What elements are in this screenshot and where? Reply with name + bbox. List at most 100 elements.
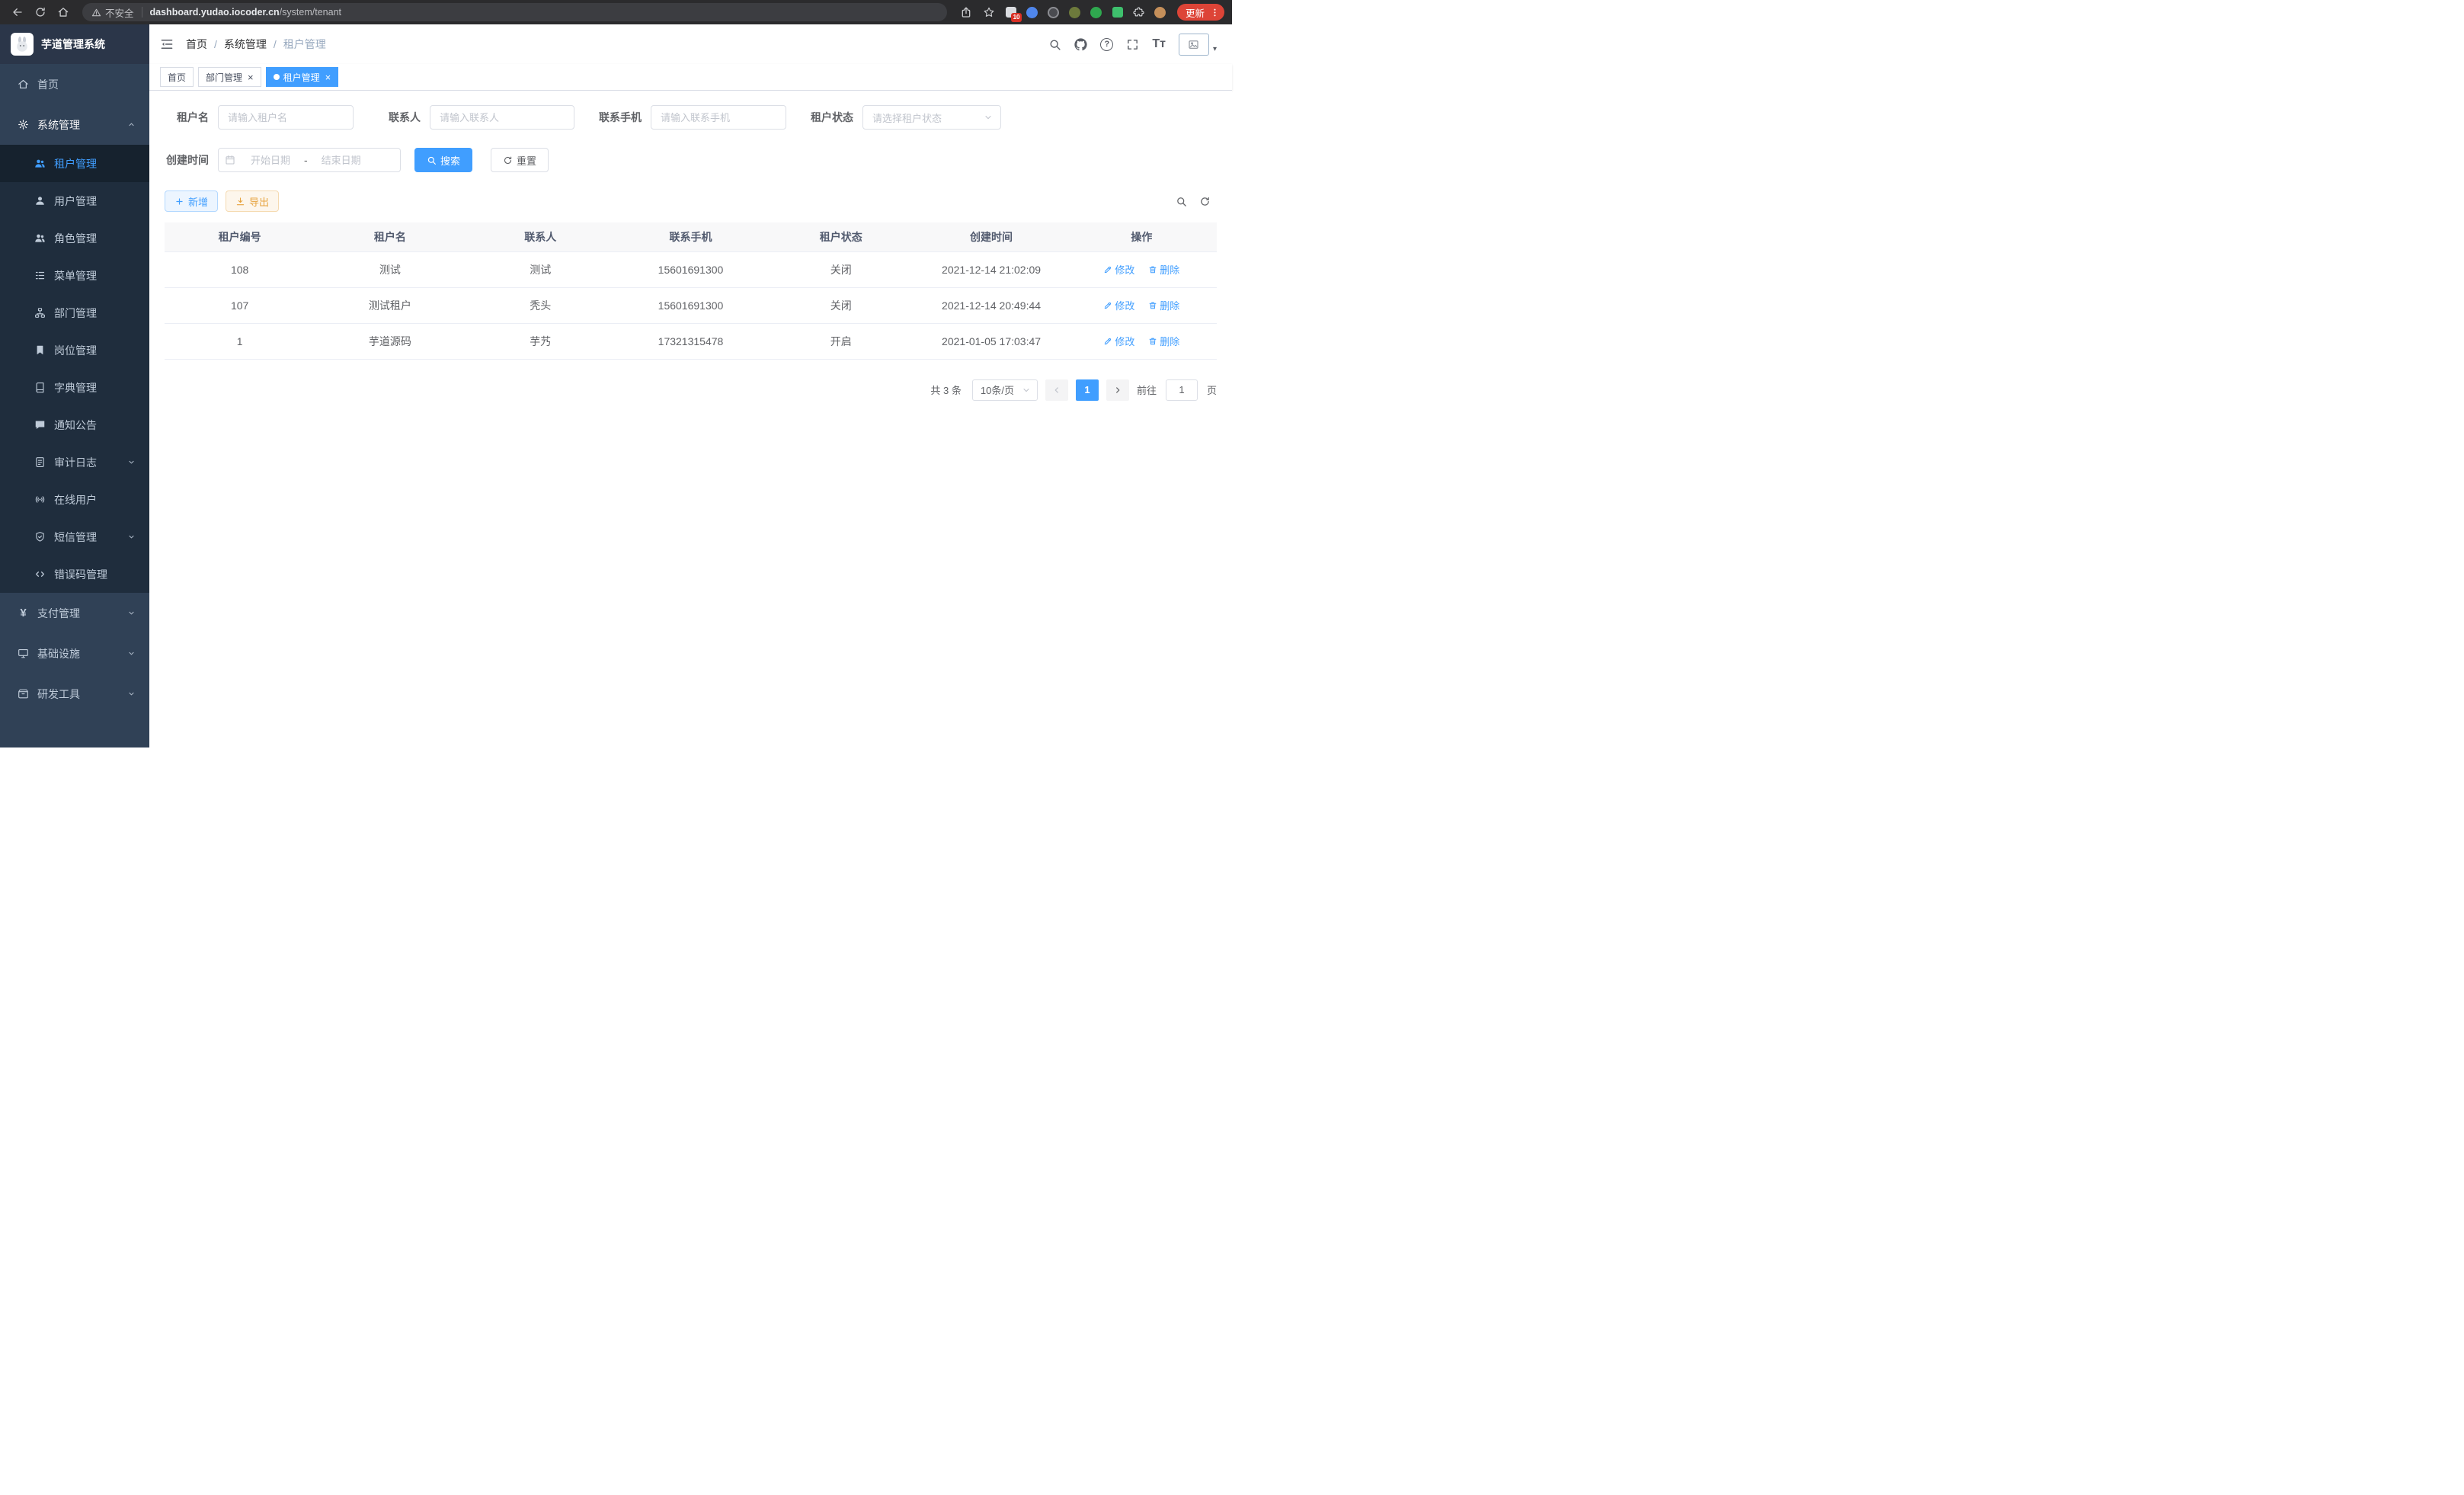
sidebar-item-label: 研发工具	[37, 687, 120, 702]
prev-page-button[interactable]	[1045, 379, 1068, 401]
github-icon[interactable]	[1074, 38, 1087, 51]
table-row: 108 测试 测试 15601691300 关闭 2021-12-14 21:0…	[165, 251, 1217, 287]
export-button[interactable]: 导出	[226, 190, 279, 212]
status-select[interactable]: 请选择租户状态	[862, 105, 1001, 130]
sidebar-item-tenant[interactable]: 租户管理	[0, 145, 149, 182]
profile-avatar-icon[interactable]	[1151, 3, 1170, 21]
tab-home[interactable]: 首页	[160, 67, 194, 87]
page-goto-input[interactable]	[1166, 379, 1198, 401]
cell-tenant-name: 测试租户	[315, 287, 465, 323]
date-separator: -	[304, 154, 308, 166]
sidebar-item-dict[interactable]: 字典管理	[0, 369, 149, 406]
tenant-name-input[interactable]	[218, 105, 354, 130]
column-header: 创建时间	[916, 222, 1066, 251]
sidebar-item-online-user[interactable]: 在线用户	[0, 481, 149, 518]
sidebar-item-menu[interactable]: 菜单管理	[0, 257, 149, 294]
site-security-chip[interactable]: 不安全	[91, 5, 134, 20]
sidebar-item-label: 租户管理	[54, 156, 136, 171]
pencil-icon	[1103, 337, 1112, 346]
extensions-puzzle-icon[interactable]	[1130, 3, 1148, 21]
broken-image-icon	[1188, 39, 1199, 50]
sidebar-item-home[interactable]: 首页	[0, 64, 149, 104]
chevron-left-icon	[1052, 386, 1061, 395]
chrome-update-button[interactable]: 更新	[1177, 4, 1224, 21]
close-icon[interactable]: ×	[325, 72, 331, 82]
field-label: 联系人	[376, 110, 421, 125]
sidebar-item-sms[interactable]: 短信管理	[0, 518, 149, 555]
page-size-select[interactable]: 10条/页	[972, 379, 1038, 401]
delete-link[interactable]: 删除	[1148, 298, 1179, 312]
reset-button[interactable]: 重置	[491, 148, 549, 172]
tab-tenant[interactable]: 租户管理 ×	[266, 67, 339, 87]
search-button[interactable]: 搜索	[414, 148, 472, 172]
security-label: 不安全	[105, 5, 134, 20]
date-end-input[interactable]	[309, 155, 373, 166]
cell-actions: 修改 删除	[1067, 287, 1217, 323]
extension-dark-icon[interactable]	[1045, 3, 1063, 21]
home-icon	[17, 78, 30, 90]
fullscreen-icon[interactable]	[1126, 38, 1139, 51]
extension-green-square-icon[interactable]	[1109, 3, 1127, 21]
sidebar-item-post[interactable]: 岗位管理	[0, 331, 149, 369]
edit-link[interactable]: 修改	[1103, 334, 1134, 348]
logo-image	[11, 33, 34, 56]
sidebar-item-dept[interactable]: 部门管理	[0, 294, 149, 331]
download-icon	[235, 197, 245, 206]
bookmark-star-icon[interactable]	[979, 3, 999, 21]
sidebar-item-label: 错误码管理	[54, 567, 136, 582]
date-range-picker[interactable]: -	[218, 148, 401, 172]
sidebar-group-system[interactable]: 系统管理	[0, 104, 149, 145]
pencil-icon	[1103, 301, 1112, 310]
extension-olive-icon[interactable]	[1066, 3, 1084, 21]
sidebar-submenu-system: 租户管理 用户管理 角色管理 菜单管理 部门管理	[0, 145, 149, 593]
filter-mobile: 联系手机	[597, 105, 786, 130]
close-icon[interactable]: ×	[248, 72, 254, 82]
tags-view: 首页 部门管理 × 租户管理 ×	[149, 64, 1232, 91]
extension-adblock-icon[interactable]: 10	[1002, 3, 1020, 21]
edit-link[interactable]: 修改	[1103, 298, 1134, 312]
trash-icon	[1148, 301, 1157, 310]
sidebar-group-infra[interactable]: 基础设施	[0, 633, 149, 674]
cell-tenant-name: 测试	[315, 251, 465, 287]
extension-green-circle-icon[interactable]	[1087, 3, 1106, 21]
delete-link[interactable]: 删除	[1148, 334, 1179, 348]
home-icon[interactable]	[53, 3, 73, 21]
address-bar[interactable]: 不安全 dashboard.yudao.iocoder.cn/system/te…	[82, 3, 947, 21]
sidebar-item-error-code[interactable]: 错误码管理	[0, 555, 149, 593]
breadcrumb-system[interactable]: 系统管理	[224, 37, 267, 52]
chevron-down-icon	[127, 649, 136, 658]
edit-link[interactable]: 修改	[1103, 262, 1134, 277]
sidebar-item-user[interactable]: 用户管理	[0, 182, 149, 219]
extension-shield-icon[interactable]	[1023, 3, 1042, 21]
sidebar-item-role[interactable]: 角色管理	[0, 219, 149, 257]
search-icon[interactable]	[1048, 38, 1061, 51]
date-start-input[interactable]	[238, 155, 302, 166]
page-number-button[interactable]: 1	[1076, 379, 1099, 401]
breadcrumb-home[interactable]: 首页	[186, 37, 207, 52]
share-icon[interactable]	[956, 3, 976, 21]
sidebar-group-devtools[interactable]: 研发工具	[0, 674, 149, 714]
sidebar-item-notice[interactable]: 通知公告	[0, 406, 149, 443]
next-page-button[interactable]	[1106, 379, 1129, 401]
sidebar-group-payment[interactable]: ¥ 支付管理	[0, 593, 149, 633]
reload-icon[interactable]	[30, 3, 50, 21]
mobile-input[interactable]	[651, 105, 786, 130]
add-button[interactable]: 新增	[165, 190, 218, 212]
sidebar-menu: 首页 系统管理 租户管理 用户管理 角色管理	[0, 64, 149, 714]
delete-link[interactable]: 删除	[1148, 262, 1179, 277]
table-tools	[1176, 196, 1217, 207]
field-label: 联系手机	[597, 110, 642, 125]
contact-input[interactable]	[430, 105, 574, 130]
sidebar-fold-icon[interactable]	[160, 37, 174, 51]
font-size-icon[interactable]: Tт	[1152, 37, 1166, 51]
tab-dept[interactable]: 部门管理 ×	[198, 67, 261, 87]
sidebar-item-audit-log[interactable]: 审计日志	[0, 443, 149, 481]
app-logo[interactable]: 芋道管理系统	[0, 24, 149, 64]
url-host: dashboard.yudao.iocoder.cn	[150, 7, 280, 18]
refresh-table-icon[interactable]	[1199, 196, 1211, 207]
back-icon[interactable]	[8, 3, 27, 21]
user-avatar-dropdown[interactable]: ▾	[1179, 34, 1217, 56]
help-icon[interactable]: ?	[1100, 38, 1113, 51]
hide-search-icon[interactable]	[1176, 196, 1187, 207]
breadcrumb-separator: /	[214, 38, 217, 50]
